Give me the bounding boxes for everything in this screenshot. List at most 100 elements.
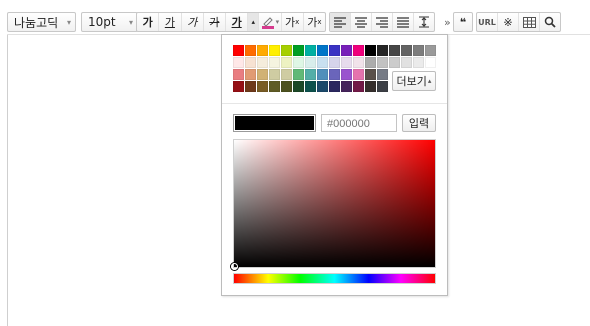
color-swatch[interactable] [257,69,268,80]
font-color-dropdown-button[interactable]: ▴ [248,13,260,31]
superscript-button[interactable]: 가x [282,13,304,31]
color-swatch[interactable] [317,45,328,56]
align-right-icon [376,16,388,28]
hex-color-input[interactable] [321,114,397,132]
font-family-value: 나눔고딕 [14,15,59,30]
table-icon [522,16,536,28]
color-swatch[interactable] [353,69,364,80]
color-swatch[interactable] [257,45,268,56]
font-size-select[interactable]: 10pt ▾ [81,12,138,32]
color-swatch[interactable] [377,81,388,92]
color-swatch[interactable] [401,57,412,68]
color-swatch[interactable] [293,81,304,92]
color-swatch[interactable] [233,69,244,80]
saturation-brightness-picker[interactable] [231,139,436,270]
color-swatch[interactable] [341,45,352,56]
color-swatch[interactable] [269,69,280,80]
more-colors-button[interactable]: 더보기 ▴ [392,71,436,91]
align-center-button[interactable] [351,13,372,31]
color-swatch[interactable] [317,69,328,80]
color-swatch[interactable] [341,69,352,80]
color-swatch[interactable] [293,45,304,56]
insert-group: URL ※ [476,12,561,32]
color-swatch[interactable] [257,57,268,68]
font-color-button[interactable]: 가 [226,13,249,31]
color-swatch[interactable] [413,57,424,68]
align-right-button[interactable] [372,13,393,31]
apply-color-button[interactable]: 입력 [402,114,436,132]
align-center-icon [355,16,367,28]
chevron-up-icon: ▴ [251,18,255,26]
color-swatch[interactable] [305,81,316,92]
color-swatch[interactable] [245,45,256,56]
hue-slider[interactable] [233,273,436,284]
color-swatch[interactable] [305,57,316,68]
color-swatch[interactable] [329,81,340,92]
color-swatch[interactable] [377,45,388,56]
color-swatch[interactable] [329,45,340,56]
color-swatch[interactable] [341,81,352,92]
color-swatch[interactable] [245,57,256,68]
color-swatch[interactable] [317,57,328,68]
color-swatch[interactable] [305,69,316,80]
superscript-label: 가 [284,16,296,29]
color-swatch[interactable] [413,45,424,56]
special-character-button[interactable]: ※ [498,13,519,31]
color-swatch[interactable] [245,69,256,80]
color-swatch[interactable] [365,69,376,80]
quote-button[interactable]: ❝ [454,13,472,31]
color-swatch[interactable] [293,57,304,68]
more-tools-icon[interactable]: » [444,16,451,29]
color-swatch[interactable] [329,69,340,80]
color-swatch[interactable] [281,81,292,92]
color-swatch[interactable] [233,81,244,92]
color-swatch[interactable] [257,81,268,92]
color-swatch[interactable] [401,45,412,56]
color-swatch[interactable] [269,57,280,68]
color-swatch[interactable] [377,69,388,80]
editor-toolbar: 나눔고딕 ▾ 10pt ▾ 가 가 가 가 가 ▴ ▾ 가x 가x » ❝ UR… [7,8,589,34]
color-swatch[interactable] [269,81,280,92]
superscript-mark: x [295,18,300,26]
color-swatch[interactable] [353,81,364,92]
color-swatch[interactable] [389,57,400,68]
color-swatch[interactable] [233,45,244,56]
color-swatch[interactable] [245,81,256,92]
font-family-select[interactable]: 나눔고딕 ▾ [7,12,76,32]
background-color-button[interactable]: ▾ [259,13,282,31]
highlighter-icon [261,17,274,29]
color-swatch[interactable] [365,57,376,68]
color-swatch[interactable] [353,45,364,56]
color-swatch[interactable] [317,81,328,92]
find-button[interactable] [540,13,560,31]
color-swatch[interactable] [233,57,244,68]
color-swatch[interactable] [305,45,316,56]
align-left-button[interactable] [330,13,351,31]
color-swatch[interactable] [365,45,376,56]
color-swatch[interactable] [293,69,304,80]
color-swatch[interactable] [365,81,376,92]
underline-button[interactable]: 가 [159,13,182,31]
color-swatch[interactable] [377,57,388,68]
bold-button[interactable]: 가 [137,13,160,31]
color-swatch[interactable] [353,57,364,68]
color-swatch[interactable] [269,45,280,56]
subscript-label: 가 [307,16,318,29]
color-swatch[interactable] [329,57,340,68]
color-swatch[interactable] [281,45,292,56]
italic-button[interactable]: 가 [182,13,204,31]
picker-cursor[interactable] [231,263,238,270]
table-button[interactable] [519,13,540,31]
color-swatch[interactable] [281,69,292,80]
color-swatch[interactable] [425,45,436,56]
link-button[interactable]: URL [477,13,498,31]
align-justify-button[interactable] [393,13,414,31]
line-height-button[interactable] [414,13,434,31]
color-swatch[interactable] [341,57,352,68]
color-swatch[interactable] [425,57,436,68]
color-swatch[interactable] [389,45,400,56]
strikethrough-button[interactable]: 가 [204,13,226,31]
subscript-button[interactable]: 가x [304,13,325,31]
color-swatch[interactable] [281,57,292,68]
current-color-swatch [235,116,314,130]
